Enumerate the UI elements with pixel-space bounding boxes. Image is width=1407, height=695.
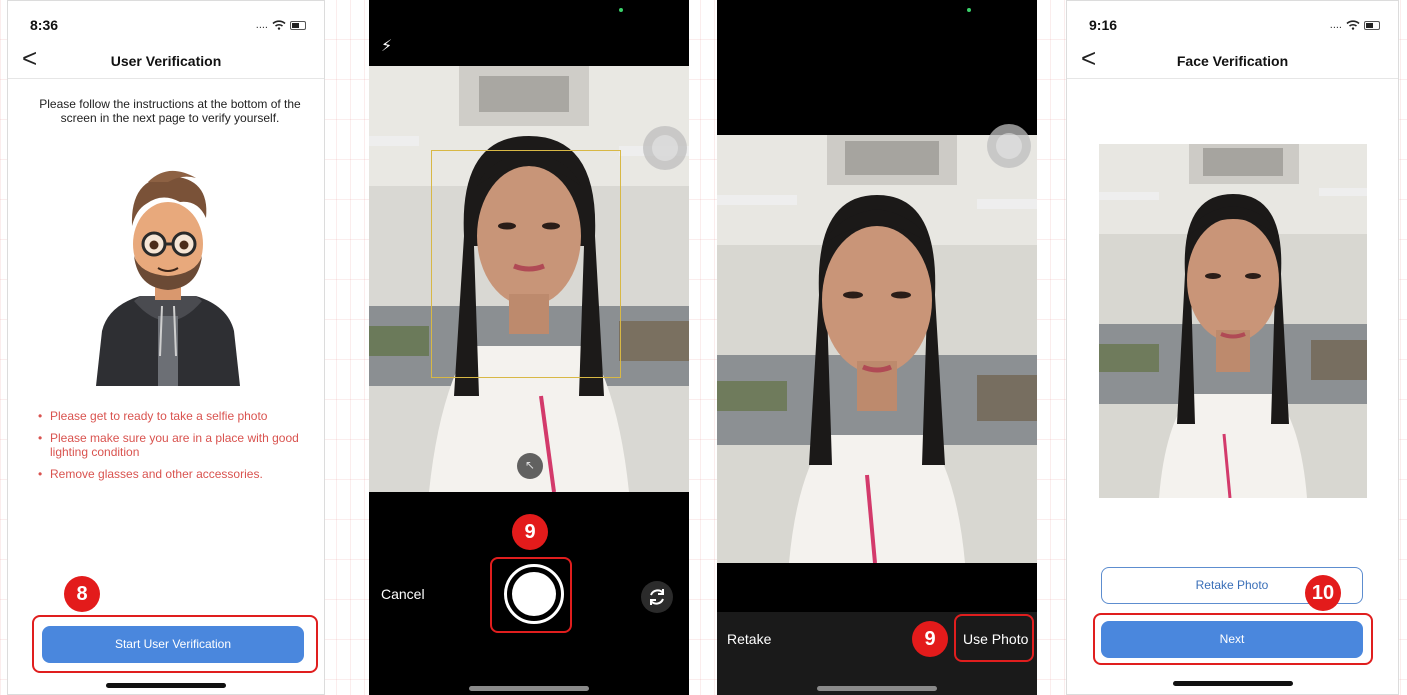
signal-icon: ....: [255, 19, 268, 31]
list-item: Please get to ready to take a selfie pho…: [38, 409, 304, 423]
step-badge: 8: [64, 576, 100, 612]
status-time: 9:16: [1089, 17, 1118, 33]
signal-icon: ....: [1329, 19, 1342, 31]
use-photo-button[interactable]: Use Photo: [963, 631, 1028, 647]
zoom-control: [987, 124, 1031, 168]
next-button[interactable]: Next: [1101, 621, 1363, 658]
battery-icon: [1364, 20, 1380, 30]
step-badge: 9: [912, 621, 948, 657]
camera-indicator-dot: [967, 8, 971, 12]
home-indicator: [1172, 681, 1293, 686]
wifi-icon: [272, 20, 286, 30]
list-item: Remove glasses and other accessories.: [38, 467, 304, 481]
camera-screen: ⚡ ↖ Cancel 9: [369, 0, 689, 695]
page-title: User Verification: [110, 53, 222, 69]
captured-photo: [717, 135, 1037, 563]
shutter-button[interactable]: [504, 564, 564, 624]
list-item: Please make sure you are in a place with…: [38, 431, 304, 459]
home-indicator: [817, 686, 937, 691]
step-badge: 10: [1305, 575, 1341, 611]
expand-icon[interactable]: ↖: [517, 453, 543, 479]
focus-frame: [431, 150, 621, 378]
avatar-illustration: [96, 170, 240, 386]
camera-flip-icon[interactable]: [641, 581, 673, 613]
status-bar: 8:36 ....: [8, 1, 324, 45]
cancel-button[interactable]: Cancel: [381, 586, 425, 602]
retake-button[interactable]: Retake: [727, 631, 771, 647]
zoom-control[interactable]: [643, 126, 687, 170]
status-icons: ....: [1330, 19, 1380, 31]
lightning-icon[interactable]: ⚡: [381, 36, 392, 56]
status-bar: 9:16 ....: [1067, 1, 1398, 45]
battery-icon: [290, 20, 306, 30]
wifi-icon: [1346, 20, 1360, 30]
captured-photo-preview: [1099, 144, 1367, 498]
refresh-icon: [650, 589, 664, 605]
home-indicator: [106, 683, 226, 688]
user-verification-screen: 8:36 .... < User Verification Please fol…: [7, 0, 325, 695]
instructions-list: Please get to ready to take a selfie pho…: [38, 409, 304, 489]
camera-indicator-dot: [619, 8, 623, 12]
face-verification-screen: 9:16 .... < Face Verification Retake Pho…: [1066, 0, 1399, 695]
nav-bar: < User Verification: [8, 41, 324, 79]
start-verification-button[interactable]: Start User Verification: [42, 626, 304, 663]
instructions-text: Please follow the instructions at the bo…: [39, 97, 301, 125]
status-icons: ....: [256, 19, 306, 31]
photo-review-screen: Retake 9 Use Photo: [717, 0, 1037, 695]
shutter-inner: [512, 572, 556, 616]
status-time: 8:36: [30, 17, 59, 33]
page-title: Face Verification: [1176, 53, 1289, 69]
step-badge: 9: [512, 514, 548, 550]
nav-bar: < Face Verification: [1067, 41, 1398, 79]
home-indicator: [469, 686, 589, 691]
